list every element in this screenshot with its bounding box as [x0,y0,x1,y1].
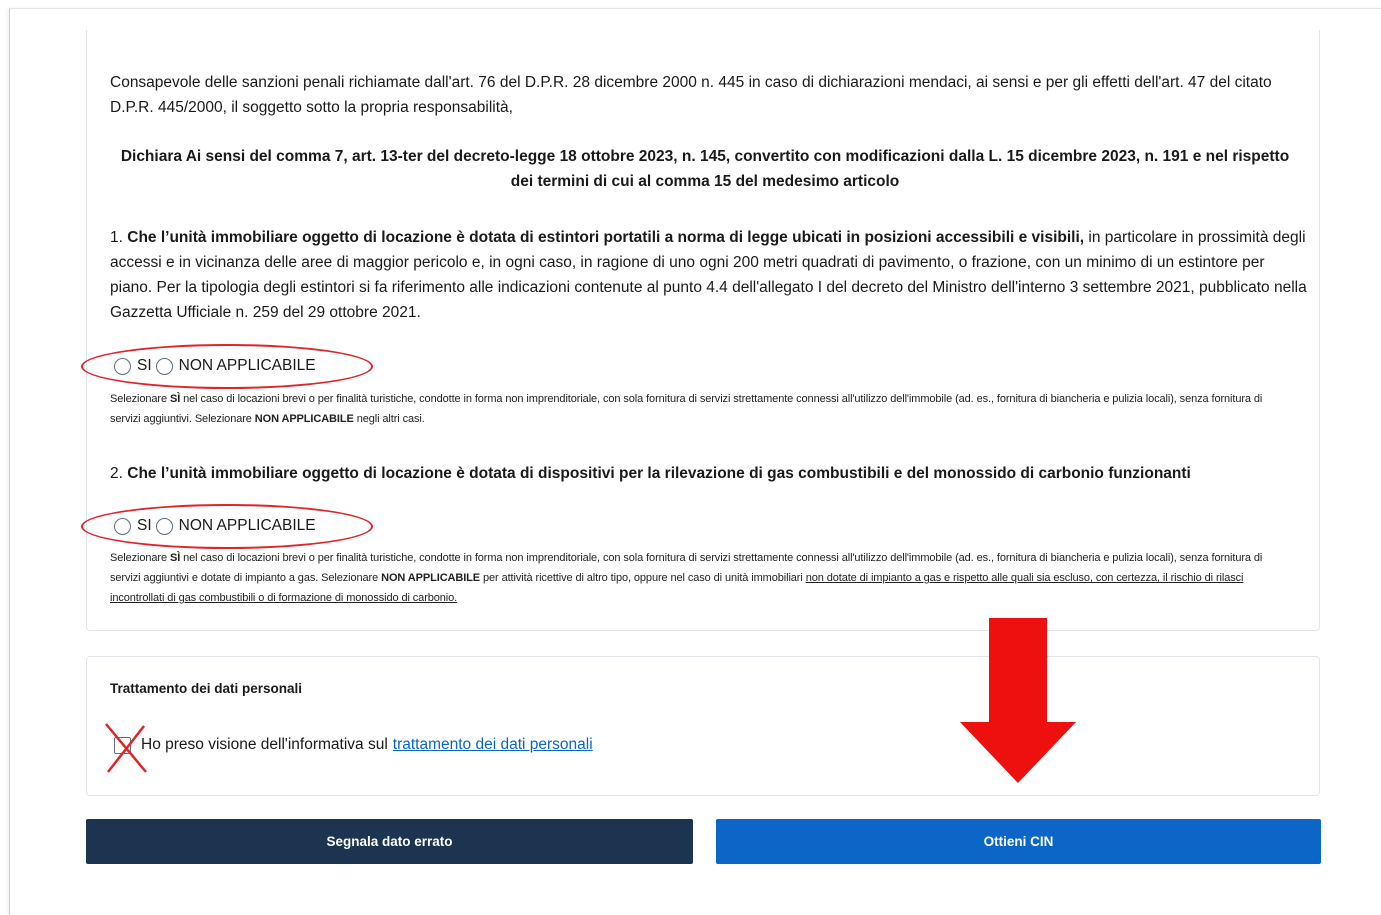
item1-label-na: NON APPLICABILE [178,357,316,374]
item1-help-na: NON APPLICABILE [254,413,354,425]
item2-help: Selezionare SÌ nel caso di locazioni bre… [110,548,1295,608]
declaration-card [86,30,1320,631]
item2-paragraph: 2. Che l’unità immobiliare oggetto di lo… [110,461,1310,486]
item2-help-na: NON APPLICABILE [381,572,481,584]
intro-paragraph: Consapevole delle sanzioni penali richia… [110,74,1272,116]
item1-help-si: SÌ [169,393,181,405]
privacy-title: Trattamento dei dati personali [110,681,303,696]
item1-radio-si[interactable] [114,357,131,375]
privacy-consent: Ho preso visione dell'informativa sul tr… [114,736,593,754]
item2-help-si: SÌ [169,552,181,564]
obtain-cin-button[interactable]: Ottieni CIN [716,819,1321,864]
privacy-link[interactable]: trattamento dei dati personali [393,736,593,754]
annotation-x-icon [105,723,147,773]
item2-bold: Che l’unità immobiliare oggetto di locaz… [127,465,1191,482]
item2-radio-na[interactable] [155,517,173,535]
item1-number: 1. [110,229,123,246]
item1-label-si: SI [137,357,152,374]
privacy-card [86,656,1320,796]
item1-bold: Che l’unità immobiliare oggetto di locaz… [127,229,1085,246]
item1-paragraph: 1. Che l’unità immobiliare oggetto di lo… [110,225,1310,325]
item1-radio-group: SI NON APPLICABILE [114,354,320,378]
item1-radio-na[interactable] [155,357,173,375]
item2-radio-group: SI NON APPLICABILE [114,514,320,538]
item1-help-a: Selezionare [110,393,167,405]
annotation-arrow-down-icon [960,618,1076,783]
item2-help-c: per attività ricettive di altro tipo, op… [483,572,803,584]
item2-help-a: Selezionare [110,552,167,564]
declaration-heading: Dichiara Ai sensi del comma 7, art. 13-t… [120,148,1290,190]
item2-label-si: SI [137,517,152,534]
item1-help-c: negli altri casi. [356,413,425,425]
item1-help: Selezionare SÌ nel caso di locazioni bre… [110,389,1295,429]
item2-label-na: NON APPLICABILE [178,517,316,534]
privacy-consent-text: Ho preso visione dell'informativa sul [141,736,388,753]
report-error-button[interactable]: Segnala dato errato [86,819,693,864]
item2-number: 2. [110,465,123,482]
item2-radio-si[interactable] [114,517,131,535]
